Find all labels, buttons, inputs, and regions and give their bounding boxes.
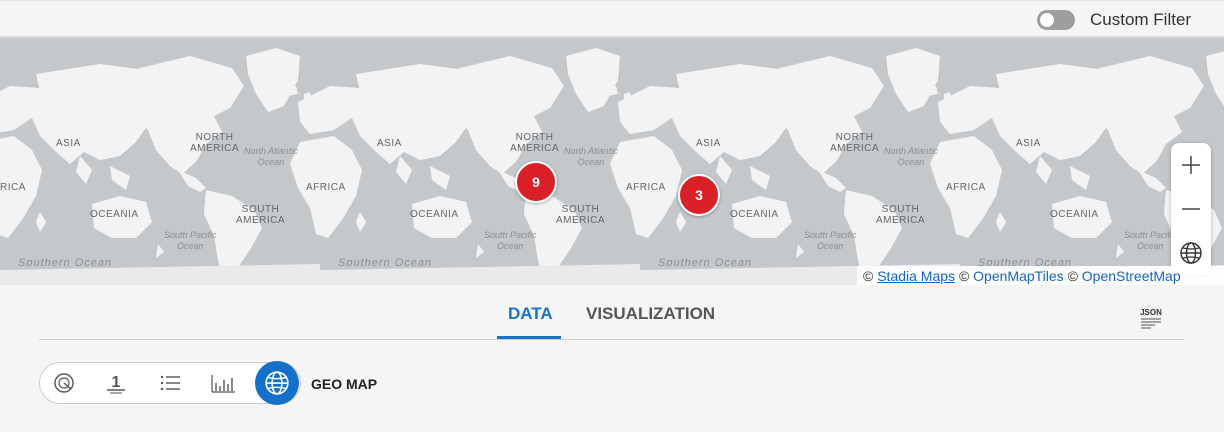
zoom-out-button[interactable] [1171, 187, 1211, 231]
minus-icon [1182, 208, 1200, 210]
zoom-in-button[interactable] [1171, 143, 1211, 187]
map-cluster-marker[interactable]: 3 [678, 174, 720, 216]
label-oceania-2: OCEANIA [410, 209, 459, 220]
toggle-knob [1040, 13, 1054, 27]
selected-view-label: GEO MAP [311, 376, 378, 392]
geo-map[interactable]: ASIA ASIA ASIA ASIA NORTH AMERICA NORTH … [0, 36, 1224, 285]
single-value-icon: 1 [107, 374, 125, 394]
tab-data[interactable]: DATA [508, 304, 553, 324]
json-icon: JSON [1140, 308, 1162, 329]
chart-type-button[interactable] [48, 367, 80, 399]
list-icon [160, 375, 180, 391]
openstreetmap-link[interactable]: OpenStreetMap [1082, 268, 1181, 284]
bar-chart-icon [211, 375, 235, 393]
top-bar: Custom Filter [0, 0, 1224, 36]
label-north-atlantic-2: North Atlantic Ocean [564, 146, 618, 167]
label-oceania-4: OCEANIA [1050, 209, 1099, 220]
custom-filter-toggle[interactable] [1037, 10, 1075, 30]
label-north-america-3: NORTH AMERICA [830, 132, 880, 154]
label-north-atlantic-1: North Atlantic Ocean [244, 146, 298, 167]
label-southern-ocean-2: Southern Ocean [338, 257, 433, 269]
label-rica-1: RICA [0, 182, 26, 193]
map-cluster-marker[interactable]: 9 [515, 161, 557, 203]
list-button[interactable] [154, 367, 186, 399]
bar-chart-button[interactable] [207, 367, 239, 399]
label-north-america-1: NORTH AMERICA [190, 132, 240, 154]
label-north-america-2: NORTH AMERICA [510, 132, 560, 154]
plus-icon [1182, 156, 1200, 174]
copyright-symbol: © [863, 268, 874, 284]
label-south-america-2: SOUTH AMERICA [556, 204, 606, 226]
label-asia-4: ASIA [1016, 138, 1041, 149]
label-oceania-1: OCEANIA [90, 209, 139, 220]
label-africa-2: AFRICA [626, 182, 666, 193]
map-attribution: © Stadia Maps © OpenMapTiles © OpenStree… [857, 266, 1224, 285]
label-southern-ocean-3: Southern Ocean [658, 257, 753, 269]
label-asia-3: ASIA [696, 138, 721, 149]
radar-chart-icon [54, 373, 74, 393]
single-value-button[interactable]: 1 [100, 367, 132, 399]
label-south-america-1: SOUTH AMERICA [236, 204, 286, 226]
label-south-america-3: SOUTH AMERICA [876, 204, 926, 226]
custom-filter-label: Custom Filter [1090, 10, 1192, 29]
label-oceania-3: OCEANIA [730, 209, 779, 220]
globe-icon [1180, 242, 1202, 264]
label-south-pacific-2: South Pacific Ocean [484, 230, 537, 251]
label-south-pacific-3: South Pacific Ocean [804, 230, 857, 251]
label-asia-2: ASIA [377, 138, 402, 149]
openmaptiles-link[interactable]: OpenMapTiles [973, 268, 1064, 284]
tab-bar: DATA VISUALIZATION JSON [39, 295, 1184, 340]
label-north-atlantic-3: North Atlantic Ocean [884, 146, 938, 167]
map-controls [1171, 143, 1211, 275]
label-africa-3: AFRICA [946, 182, 986, 193]
json-view-button[interactable]: JSON [1139, 307, 1163, 329]
active-tab-indicator [497, 336, 561, 339]
visualization-type-selector: 1 [39, 361, 301, 405]
json-icon-label: JSON [1140, 308, 1162, 317]
globe-icon [265, 371, 289, 395]
label-asia-1: ASIA [56, 138, 81, 149]
stadia-maps-link[interactable]: Stadia Maps [877, 268, 955, 284]
copyright-symbol: © [958, 268, 970, 284]
label-africa-1: AFRICA [306, 182, 346, 193]
copyright-symbol: © [1067, 268, 1078, 284]
label-south-pacific-4: South Pacific Ocean [1124, 230, 1177, 251]
geo-map-button[interactable] [255, 361, 299, 405]
tab-visualization[interactable]: VISUALIZATION [586, 304, 715, 324]
label-southern-ocean-1: Southern Ocean [18, 257, 113, 269]
single-value-glyph: 1 [112, 374, 121, 391]
label-south-pacific-1: South Pacific Ocean [164, 230, 217, 251]
